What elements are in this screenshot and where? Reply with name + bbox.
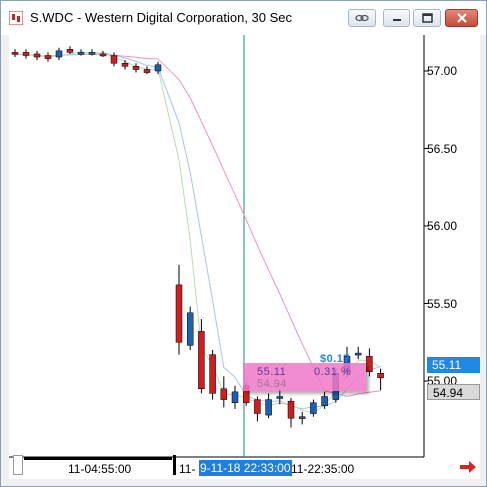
candle-bear[interactable] xyxy=(99,53,107,57)
candle-bull[interactable] xyxy=(354,352,362,356)
time-label: 11- xyxy=(179,462,196,476)
info-change: $0.17 xyxy=(320,353,351,365)
price-tick-label: 55.50 xyxy=(427,297,458,311)
candle-bull[interactable] xyxy=(77,52,85,55)
candle-bear[interactable] xyxy=(198,331,205,389)
candle-bull[interactable] xyxy=(276,396,284,399)
candle-bull[interactable] xyxy=(265,399,272,416)
candle-bear[interactable] xyxy=(220,388,228,400)
candle-bull[interactable] xyxy=(321,396,328,407)
last-price-tag: 55.11 xyxy=(427,357,480,373)
candle-bear[interactable] xyxy=(143,69,151,73)
price-chart[interactable] xyxy=(1,1,486,486)
scroll-end-marker xyxy=(173,455,176,475)
candle-bear[interactable] xyxy=(44,55,52,59)
time-label: 11-22:35:00 xyxy=(291,462,355,476)
candle-bull[interactable] xyxy=(88,52,96,55)
candle-bull[interactable] xyxy=(310,402,317,414)
price-tick-label: 57.00 xyxy=(427,64,458,78)
candle-bear[interactable] xyxy=(132,66,140,70)
scroll-track[interactable] xyxy=(24,457,172,460)
candle-bull[interactable] xyxy=(298,416,306,419)
candle-bear[interactable] xyxy=(22,52,30,56)
price-tick-label: 56.50 xyxy=(427,142,458,156)
candle-bear[interactable] xyxy=(66,49,74,53)
candle-bear[interactable] xyxy=(11,52,19,55)
candle-bull[interactable] xyxy=(154,64,162,72)
cursor-time-label: 9-11-18 22:33:00 xyxy=(199,460,292,476)
info-value: 55.11 xyxy=(257,366,287,378)
candle-bull[interactable] xyxy=(55,50,63,58)
scroll-right-arrow-icon[interactable] xyxy=(459,460,477,474)
info-previous: 54.94 xyxy=(257,378,288,390)
candle-bull[interactable] xyxy=(231,391,239,403)
candle-bear[interactable] xyxy=(287,400,295,419)
scroll-handle[interactable] xyxy=(13,455,23,475)
info-percent: 0.31 % xyxy=(314,366,352,378)
chart-window: S.WDC - Western Digital Corporation, 30 … xyxy=(0,0,487,487)
price-tick-label: 56.00 xyxy=(427,219,458,233)
close-price-tag: 54.94 xyxy=(427,384,480,400)
candle-bear[interactable] xyxy=(121,63,129,67)
time-label: 11-04:55:00 xyxy=(68,462,132,476)
candle-bull[interactable] xyxy=(186,312,194,346)
candle-bear[interactable] xyxy=(377,373,384,379)
candle-bear[interactable] xyxy=(254,399,261,414)
candle-bear[interactable] xyxy=(175,284,183,343)
candle-bear[interactable] xyxy=(33,53,41,58)
candle-bear[interactable] xyxy=(366,355,373,372)
candle-bear[interactable] xyxy=(110,55,118,64)
candle-bear[interactable] xyxy=(209,354,216,394)
